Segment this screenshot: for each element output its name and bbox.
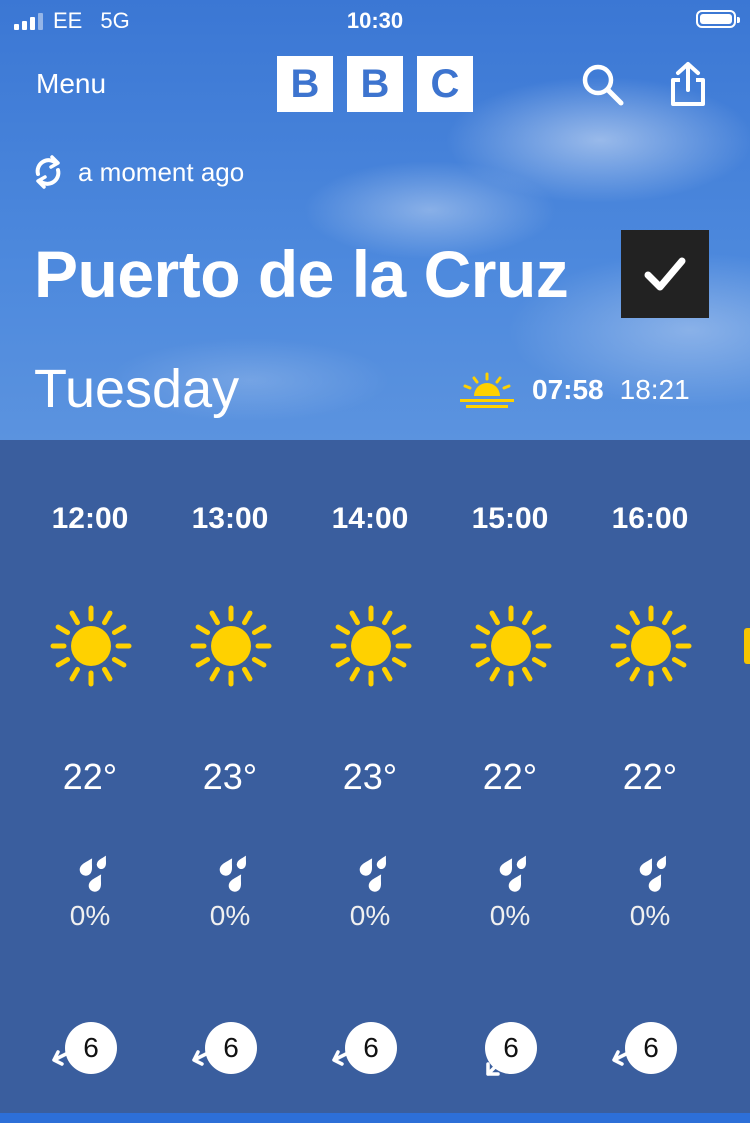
- sunrise-time: 07:58: [532, 374, 604, 405]
- hour-time: 13:00: [191, 502, 269, 535]
- top-bar: Menu B B C: [0, 52, 750, 116]
- hour-rain-chance: 0%: [209, 900, 251, 931]
- raindrops-icon: [79, 855, 107, 892]
- sunny-icon: [50, 605, 132, 687]
- day-name: Tuesday: [34, 359, 240, 419]
- hour-rain-chance: 0%: [629, 900, 671, 931]
- hour-time: 16:00: [611, 502, 689, 535]
- hour-temperature: 22°: [482, 756, 538, 797]
- menu-button[interactable]: Menu: [36, 68, 106, 100]
- status-time: 10:30: [346, 8, 404, 33]
- share-icon[interactable]: [664, 60, 712, 108]
- wind-speed-badge: 6: [205, 1022, 257, 1074]
- bottom-strip: [0, 1113, 750, 1123]
- bbc-logo[interactable]: B B C: [277, 56, 473, 112]
- sunny-icon: [330, 605, 412, 687]
- hour-time: 12:00: [51, 502, 129, 535]
- logo-letter: C: [417, 56, 473, 112]
- hour-temperature: 22°: [62, 756, 118, 797]
- status-bar: EE 5G 10:30: [0, 0, 750, 42]
- hour-temperature: 23°: [342, 756, 398, 797]
- hour-temperature: 22°: [622, 756, 678, 797]
- sunny-icon: [610, 605, 692, 687]
- wind-speed-badge: 6: [65, 1022, 117, 1074]
- last-updated: a moment ago: [30, 154, 244, 190]
- hourly-forecast-panel[interactable]: 12:00 22° 0% 6 13:00 23° 0% 6 14:00 23° …: [0, 440, 750, 1113]
- hour-column[interactable]: 12:00 22° 0% 6: [20, 440, 160, 1113]
- location-title: Puerto de la Cruz: [34, 237, 569, 311]
- hour-rain-chance: 0%: [349, 900, 391, 931]
- search-icon[interactable]: [578, 60, 626, 108]
- hour-time: 15:00: [471, 502, 549, 535]
- hour-temperature: 23°: [202, 756, 258, 797]
- hour-column[interactable]: 13:00 23° 0% 6: [160, 440, 300, 1113]
- next-hour-peek: [744, 628, 750, 664]
- logo-letter: B: [347, 56, 403, 112]
- sunrise-icon: [460, 372, 514, 408]
- checkmark-icon: [644, 257, 686, 291]
- raindrops-icon: [499, 855, 527, 892]
- hour-time: 14:00: [331, 502, 409, 535]
- hourly-strip[interactable]: 12:00 22° 0% 6 13:00 23° 0% 6 14:00 23° …: [20, 440, 720, 1113]
- raindrops-icon: [639, 855, 667, 892]
- updated-text: a moment ago: [78, 156, 245, 187]
- hour-rain-chance: 0%: [69, 900, 111, 931]
- sunny-icon: [470, 605, 552, 687]
- hour-column[interactable]: 15:00 22° 0% 6: [440, 440, 580, 1113]
- sunny-icon: [190, 605, 272, 687]
- refresh-icon[interactable]: [30, 154, 66, 190]
- wind-speed-badge: 6: [345, 1022, 397, 1074]
- sunset-time: 18:21: [619, 374, 690, 405]
- hour-column[interactable]: 14:00 23° 0% 6: [300, 440, 440, 1113]
- raindrops-icon: [359, 855, 387, 892]
- logo-letter: B: [277, 56, 333, 112]
- raindrops-icon: [219, 855, 247, 892]
- wind-speed-badge: 6: [485, 1022, 537, 1074]
- favourite-toggle[interactable]: [621, 230, 709, 318]
- hour-column[interactable]: 16:00 22° 0% 6: [580, 440, 720, 1113]
- battery-icon: [696, 10, 740, 28]
- sun-times: 07:58 18:21: [458, 372, 690, 408]
- hour-rain-chance: 0%: [489, 900, 531, 931]
- wind-speed-badge: 6: [625, 1022, 677, 1074]
